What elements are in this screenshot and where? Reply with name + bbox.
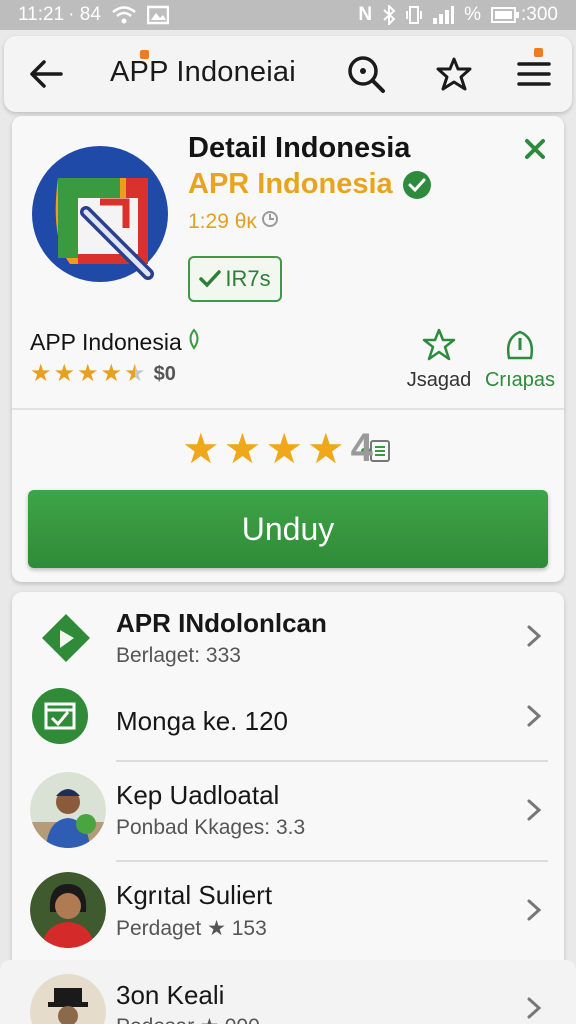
detail-subtitle: APR Indonesia [188, 168, 431, 201]
avatar [30, 872, 106, 948]
list-item-title: Kep Uadloatal [116, 780, 280, 810]
detail-meta: 1:29 θĸ [188, 210, 279, 234]
star-icon: ★ [223, 424, 262, 472]
list-item[interactable]: Kgrıtal Suliert Perdaget ★ 153 [12, 870, 564, 956]
half-star-icon: ★ [124, 360, 146, 387]
star-icon: ★ [182, 424, 220, 472]
list-item-subtitle: Pedesar ★ 000 [116, 1014, 260, 1024]
list-item-title: 3on Keali [116, 980, 225, 1010]
chevron-right-icon [524, 898, 544, 922]
search-icon[interactable] [344, 52, 388, 96]
verified-check-icon [402, 170, 431, 199]
battery-icon [491, 6, 520, 24]
status-time: 11:21 [18, 4, 65, 25]
chevron-right-icon [524, 704, 544, 728]
star-icon: ★ [53, 360, 76, 387]
list-divider [116, 860, 548, 862]
star-icon: ★ [77, 360, 99, 387]
divider [12, 408, 564, 410]
star-icon: ★ [100, 360, 123, 387]
save-button[interactable]: Jsagad [404, 328, 474, 392]
chevron-right-icon [524, 996, 544, 1020]
download-button[interactable]: Unduy [28, 490, 548, 568]
list-item-subtitle: Perdaget ★ 153 [116, 917, 267, 940]
list-item[interactable]: Monga ke. 120 [12, 682, 564, 768]
vibrate-icon [406, 5, 423, 25]
big-rating-value: 4 [350, 426, 373, 470]
list-item[interactable]: Kep Uadloatal Ponbad Kkages: 3.3 [12, 770, 564, 856]
list-item-title: Monga ke. 120 [116, 706, 289, 736]
green-diamond-icon [30, 600, 106, 676]
star-icon: ★ [30, 360, 52, 387]
chevron-right-icon [524, 624, 544, 648]
wifi-icon [111, 5, 137, 25]
version-badge: IR7s [188, 256, 282, 302]
app-title: APP Indoneiai [110, 56, 296, 88]
star-outline-icon[interactable] [432, 52, 476, 96]
partial-card: 3on Keali Pedesar ★ 000 [0, 960, 576, 1024]
bluetooth-icon [382, 5, 396, 25]
star-icon: ★ [265, 424, 303, 472]
network-letter: N [358, 4, 373, 25]
close-icon[interactable] [520, 134, 550, 164]
percent-sign: % [464, 4, 482, 25]
rating-row: ★ ★ ★ ★ ★ $0 [30, 362, 176, 386]
list-item[interactable]: APR INdolonlcan Berlaget: 333 [12, 598, 564, 684]
save-label: Jsagad [406, 369, 472, 391]
list-divider [116, 760, 548, 762]
gallery-icon [146, 5, 169, 25]
signal-icon [432, 5, 455, 25]
app-logo [30, 138, 170, 284]
avatar [30, 772, 106, 848]
big-rating: ★ ★ ★ ★ 4 [182, 426, 391, 471]
detail-meta-text: 1:29 θĸ [188, 210, 257, 233]
badge-label: IR7s [225, 266, 271, 291]
app-name: APP Indonesia [30, 328, 182, 355]
chevron-right-icon [524, 798, 544, 822]
star-icon: ★ [306, 424, 345, 472]
list-item-title: APR INdolonlcan [116, 608, 327, 638]
calendar-check-icon [30, 686, 106, 762]
list-item-subtitle: Ponbad Kkages: 3.3 [116, 816, 306, 839]
timer-icon [261, 210, 279, 234]
share-label: Crıapas [484, 369, 556, 391]
detail-subtitle-text: APR Indonesia [188, 168, 393, 200]
list-item-subtitle: Berlaget: 333 [116, 644, 241, 667]
app-detail-card: Detail Indonesia APR Indonesia 1:29 θĸ I… [12, 116, 564, 582]
notification-dot [140, 50, 149, 59]
leaf-icon [186, 328, 202, 356]
list-item[interactable]: 3on Keali Pedesar ★ 000 [12, 960, 564, 1024]
back-arrow-icon[interactable] [24, 52, 68, 96]
menu-icon[interactable] [512, 52, 556, 96]
list-item-title: Kgrıtal Suliert [116, 880, 273, 910]
detail-title: Detail Indonesia [188, 132, 411, 164]
menu-notification-dot [534, 48, 543, 57]
app-bar: APP Indoneiai [4, 36, 572, 112]
badge-check-icon [199, 270, 222, 288]
app-name-row: APP Indonesia [30, 328, 202, 356]
price-label: $0 [153, 362, 176, 385]
battery-text: :300 [521, 4, 558, 25]
share-icon [506, 330, 534, 360]
status-bar: 11:21 · 84 N % :300 [0, 0, 576, 30]
share-button[interactable]: Crıapas [482, 328, 558, 392]
avatar [30, 974, 106, 1024]
status-extra: · 84 [68, 4, 101, 25]
star-outline-icon [422, 328, 456, 361]
